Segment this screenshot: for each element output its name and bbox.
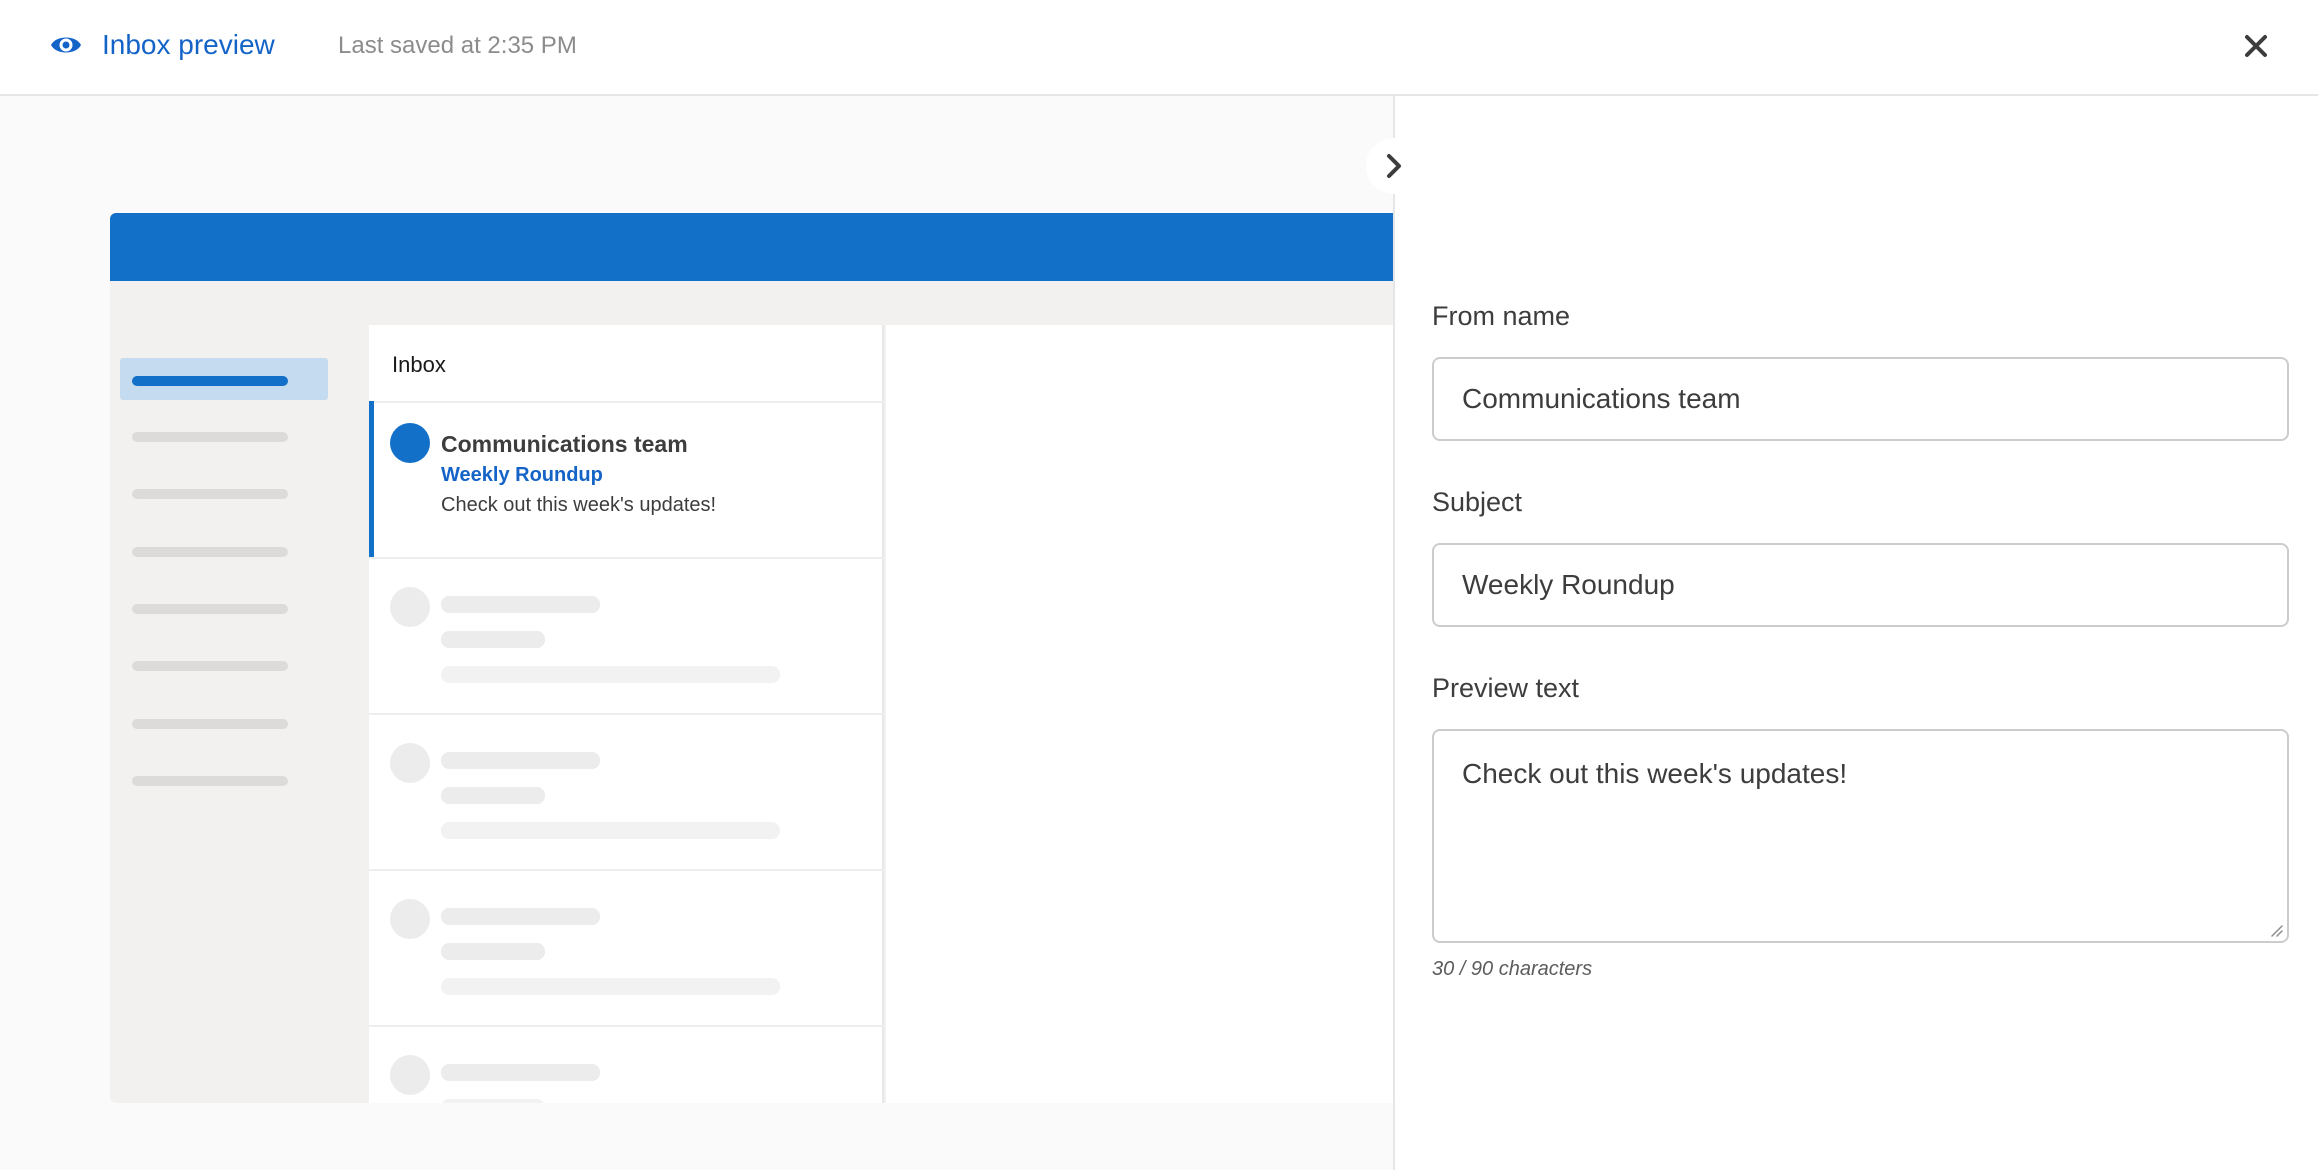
from-name-label: From name [1432, 301, 1571, 331]
folder-item-placeholder [132, 489, 288, 499]
preview-topbar [110, 213, 1394, 281]
reading-pane [886, 325, 1394, 1103]
inbox-label: Inbox [392, 352, 446, 377]
folder-item-placeholder [132, 547, 288, 557]
close-icon[interactable] [2242, 32, 2270, 60]
message-subject: Weekly Roundup [441, 464, 603, 486]
last-saved-status: Last saved at 2:35 PM [338, 32, 577, 59]
subject-value: Weekly Roundup [1462, 569, 1675, 600]
header: Inbox preview Last saved at 2:35 PM [0, 0, 2318, 96]
avatar [390, 423, 430, 463]
folder-item-placeholder [132, 719, 288, 729]
preview-text-label: Preview text [1432, 673, 1580, 703]
collapse-panel-button[interactable] [1366, 138, 1422, 194]
folder-item-active [120, 358, 328, 400]
message-list: Inbox Communications team Weekly Roundup… [369, 325, 884, 1103]
from-name-value: Communications team [1462, 383, 1741, 414]
preview-text-textarea[interactable]: Check out this week's updates! [1432, 729, 2289, 943]
page-title: Inbox preview [102, 29, 275, 60]
resize-grip-icon[interactable] [2269, 923, 2283, 937]
from-name-input[interactable]: Communications team [1432, 357, 2289, 441]
message-sender: Communications team [441, 431, 688, 457]
folder-item-placeholder [132, 776, 288, 786]
list-item-selected: Communications team Weekly Roundup Check… [369, 401, 884, 557]
character-counter: 30 / 90 characters [1432, 958, 1593, 980]
chevron-right-icon [1387, 154, 1401, 178]
folder-item-placeholder [132, 432, 288, 442]
folder-item-placeholder [132, 604, 288, 614]
subject-label: Subject [1432, 487, 1523, 517]
subject-input[interactable]: Weekly Roundup [1432, 543, 2289, 627]
inbox-preview-window: Inbox Communications team Weekly Roundup… [110, 213, 1394, 1103]
eye-icon [51, 37, 81, 53]
message-snippet: Check out this week's updates! [441, 494, 717, 516]
folder-item-placeholder [132, 661, 288, 671]
settings-panel: From name Communications team Subject We… [1393, 96, 2318, 1170]
preview-text-value: Check out this week's updates! [1462, 758, 1848, 789]
